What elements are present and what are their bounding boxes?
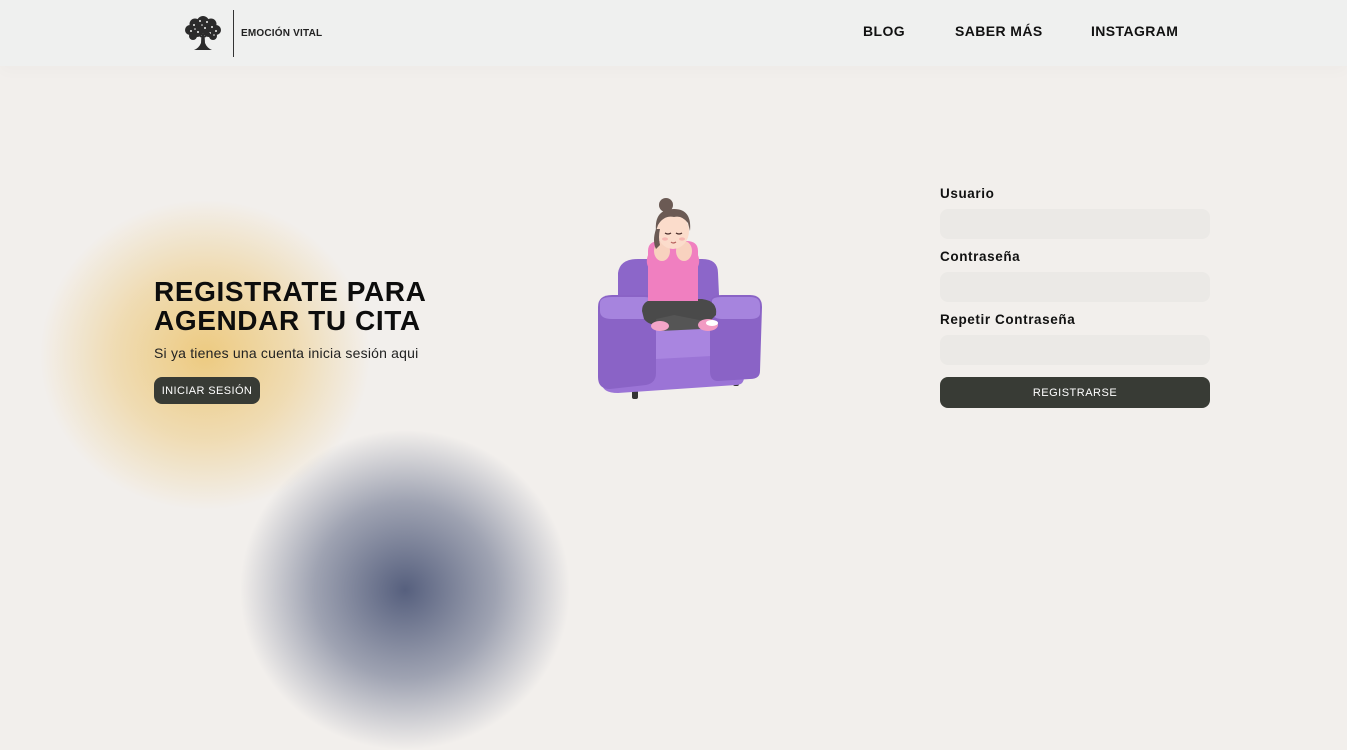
brand-name: EMOCIÓN VITAL	[241, 27, 323, 39]
nav-saber-mas[interactable]: SABER MÁS	[955, 23, 1043, 39]
login-button[interactable]: INICIAR SESIÓN	[154, 377, 260, 404]
username-label: Usuario	[940, 186, 995, 201]
tree-icon	[185, 16, 221, 50]
repeat-password-label: Repetir Contraseña	[940, 312, 1076, 327]
username-field[interactable]	[940, 209, 1210, 239]
brand-logo[interactable]: EMOCIÓN VITAL	[182, 9, 322, 57]
register-button[interactable]: REGISTRARSE	[940, 377, 1210, 408]
logo-divider	[233, 9, 234, 57]
page-title: REGISTRATE PARA AGENDAR TU CITA	[154, 277, 426, 335]
repeat-password-field[interactable]	[940, 335, 1210, 365]
page-title-line-1: REGISTRATE PARA	[154, 276, 427, 307]
girl-on-armchair-illustration	[590, 195, 770, 405]
password-field[interactable]	[940, 272, 1210, 302]
nav-instagram[interactable]: INSTAGRAM	[1091, 23, 1178, 39]
register-form: Usuario Contraseña Repetir Contraseña RE…	[940, 186, 1210, 408]
hero-section: REGISTRATE PARA AGENDAR TU CITA Si ya ti…	[154, 277, 426, 361]
nav-blog[interactable]: BLOG	[863, 23, 905, 39]
password-label: Contraseña	[940, 249, 1021, 264]
site-header: EMOCIÓN VITAL BLOG SABER MÁS INSTAGRAM	[0, 0, 1347, 66]
decorative-blue-blob	[240, 430, 570, 750]
page-title-line-2: AGENDAR TU CITA	[154, 305, 421, 336]
login-hint: Si ya tienes una cuenta inicia sesión aq…	[154, 345, 419, 361]
